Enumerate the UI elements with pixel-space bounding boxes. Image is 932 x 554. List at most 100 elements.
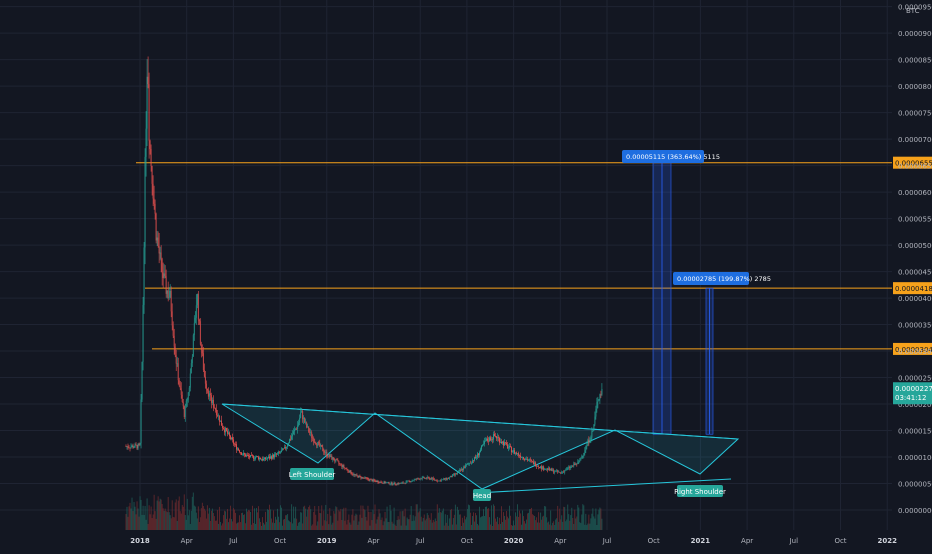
candle-body <box>560 472 562 474</box>
candle-body <box>331 455 333 460</box>
volume-bar <box>446 514 448 530</box>
volume-bar <box>325 504 327 530</box>
candle-body <box>454 473 456 475</box>
volume-bar <box>288 520 290 530</box>
candle-body <box>590 437 592 441</box>
volume-bar <box>527 513 529 530</box>
candle-body <box>515 452 516 454</box>
x-tick-label: 2020 <box>504 537 524 545</box>
volume-bar <box>483 509 484 530</box>
volume-bar <box>405 525 407 530</box>
volume-bar <box>345 507 347 530</box>
candle-body <box>181 394 183 402</box>
candle-body <box>333 457 335 461</box>
candle-body <box>522 457 523 458</box>
volume-bar <box>556 518 558 530</box>
candle-body <box>342 465 344 468</box>
x-tick-label: Apr <box>367 537 379 545</box>
x-tick-label: 2019 <box>317 537 337 545</box>
candle-body <box>224 427 226 433</box>
volume-bar <box>148 505 150 530</box>
candle-body <box>258 456 259 460</box>
candle-body <box>532 460 534 462</box>
candle-body <box>150 148 152 166</box>
volume-bar <box>183 494 185 530</box>
candle-body <box>314 442 316 443</box>
volume-bar <box>271 518 272 530</box>
volume-bar <box>276 519 277 530</box>
candle-body <box>369 479 371 481</box>
candle-body <box>480 449 481 453</box>
candle-body <box>583 452 585 456</box>
candle-body <box>301 411 303 413</box>
candle-body <box>310 432 312 434</box>
candle-body <box>160 252 162 259</box>
candle-body <box>597 400 599 403</box>
candle-body <box>153 198 155 204</box>
candle-body <box>433 478 435 480</box>
candle-body <box>356 474 358 476</box>
candle-body <box>457 471 459 473</box>
candle-body <box>324 452 326 454</box>
candle-body <box>435 479 437 481</box>
candle-body <box>211 399 213 403</box>
candle-body <box>232 437 233 440</box>
candle-body <box>482 444 483 446</box>
candle-body <box>325 451 327 453</box>
candle-body <box>359 475 361 477</box>
volume-bar <box>490 524 491 530</box>
volume-bar <box>492 525 493 530</box>
volume-bar <box>211 508 213 530</box>
candle-body <box>180 388 182 395</box>
candle-body <box>192 335 194 357</box>
volume-bar <box>184 515 186 530</box>
volume-bar <box>129 502 131 530</box>
volume-bar <box>489 517 490 530</box>
volume-bar <box>542 516 544 530</box>
candle-body <box>585 445 587 451</box>
btc-chart[interactable]: 0.000065550.000041870.00003040 0.0000511… <box>0 0 932 550</box>
volume-bar <box>192 492 194 530</box>
volume-bar <box>243 514 244 530</box>
volume-bar <box>190 510 192 530</box>
candle-body <box>403 482 405 484</box>
volume-bar <box>467 504 469 530</box>
candle-body <box>207 390 209 397</box>
volume-bar <box>460 525 462 530</box>
volume-bar <box>262 517 263 530</box>
volume-bar <box>546 517 548 530</box>
candle-body <box>530 459 532 461</box>
candle-body <box>195 305 197 318</box>
candle-body <box>293 431 295 435</box>
candle-body <box>187 392 189 400</box>
candle-body <box>404 482 406 484</box>
candle-body <box>130 446 132 449</box>
candle-body <box>370 479 372 480</box>
candle-body <box>582 455 584 457</box>
candle-body <box>196 293 198 306</box>
candle-body <box>382 483 384 484</box>
candle-body <box>230 435 231 440</box>
volume-bar <box>303 506 305 530</box>
volume-bar <box>498 524 499 530</box>
volume-bar <box>381 517 383 530</box>
candle-body <box>448 477 450 479</box>
volume-bar <box>307 509 309 530</box>
candle-body <box>526 459 528 460</box>
volume-bar <box>533 515 535 530</box>
volume-bar <box>301 512 303 530</box>
volume-bar <box>187 515 189 530</box>
volume-bar <box>236 523 237 530</box>
candle-body <box>281 450 283 453</box>
candle-body <box>278 451 280 454</box>
candle-body <box>135 444 137 446</box>
volume-bar <box>150 506 152 530</box>
volume-bar <box>340 508 342 530</box>
chart-canvas[interactable]: 0.000065550.000041870.00003040 0.0000511… <box>0 0 932 550</box>
volume-bar <box>203 508 205 530</box>
volume-bar <box>204 510 206 530</box>
candle-body <box>132 445 134 448</box>
volume-bar <box>390 510 392 530</box>
candle-body <box>567 468 569 469</box>
volume-bar <box>392 523 394 530</box>
